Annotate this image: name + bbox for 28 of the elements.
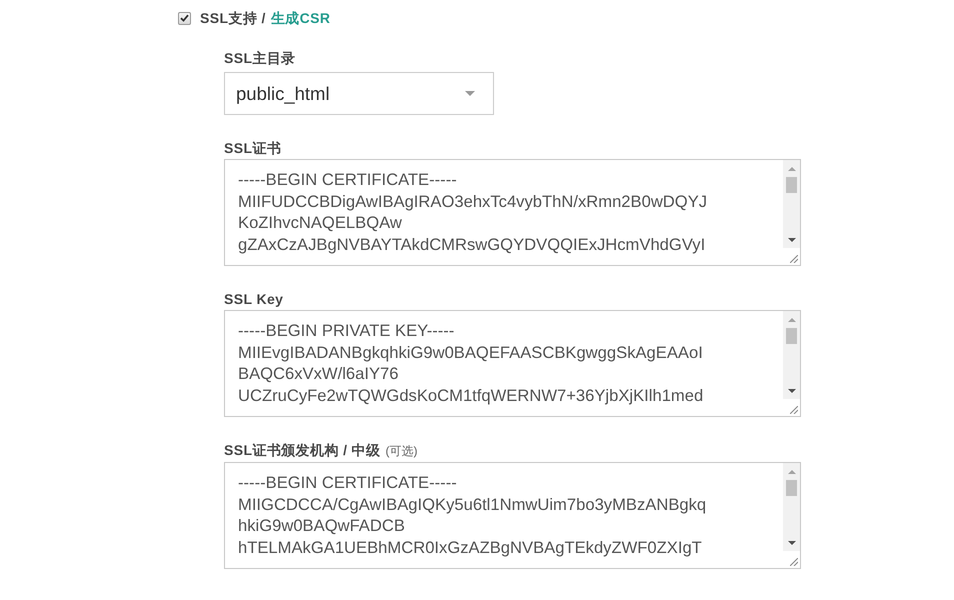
- scrollbar-thumb[interactable]: [786, 328, 797, 344]
- up-arrow-icon[interactable]: [788, 166, 796, 170]
- scrollbar[interactable]: [783, 311, 800, 416]
- scrollbar[interactable]: [783, 463, 800, 568]
- optional-note: (可选): [386, 443, 418, 460]
- resize-grip-icon[interactable]: [790, 255, 798, 263]
- down-arrow-icon[interactable]: [788, 238, 796, 242]
- field-label: SSL证书颁发机构 / 中级: [224, 441, 380, 460]
- text-area-field[interactable]: -----BEGIN CERTIFICATE----- MIIGCDCCA/CgAwIBAgIQKy5u6tl1NmwUim7bo3yMBzANBgkq hkiG9w0BAQwFADCB hTELMAkGA1UEBhMCR0IxGzAZBgNVBAgTEkdyZWF0ZXIgT: [224, 462, 801, 569]
- field-label: SSL Key: [224, 290, 284, 309]
- resize-grip-icon[interactable]: [790, 558, 798, 566]
- ssl-support-label: SSL支持 /: [200, 9, 266, 28]
- field-label: SSL主目录: [224, 49, 296, 68]
- scrollbar[interactable]: [783, 160, 800, 265]
- field-label: SSL证书: [224, 139, 282, 158]
- up-arrow-icon[interactable]: [788, 470, 796, 474]
- checkbox[interactable]: [178, 12, 191, 24]
- resize-grip-icon[interactable]: [790, 406, 798, 414]
- up-arrow-icon[interactable]: [788, 318, 796, 322]
- directory-select[interactable]: public_html: [224, 72, 494, 115]
- scrollbar-thumb[interactable]: [786, 480, 797, 496]
- scrollbar-thumb[interactable]: [786, 177, 797, 193]
- text-area-field[interactable]: -----BEGIN PRIVATE KEY----- MIIEvgIBADANBgkqhkiG9w0BAQEFAASCBKgwggSkAgEAAoI BAQC6xVxW/l6aIY76 UCZruCyFe2wTQWGdsKoCM1tfqWERNW7+36YjbXjKIlh1med: [224, 310, 801, 417]
- caret-icon: [465, 91, 475, 96]
- down-arrow-icon[interactable]: [788, 540, 796, 544]
- text-area-field[interactable]: -----BEGIN CERTIFICATE----- MIIFUDCCBDigAwIBAgIRAO3ehxTc4vybThN/xRmn2B0wDQYJ KoZIhvcNAQELBQAw gZAxCzAJBgNVBAYTAkdCMRswGQYDVQQIExJHcmVhdGVyI: [224, 159, 801, 266]
- check-icon: [180, 14, 189, 22]
- down-arrow-icon[interactable]: [788, 388, 796, 392]
